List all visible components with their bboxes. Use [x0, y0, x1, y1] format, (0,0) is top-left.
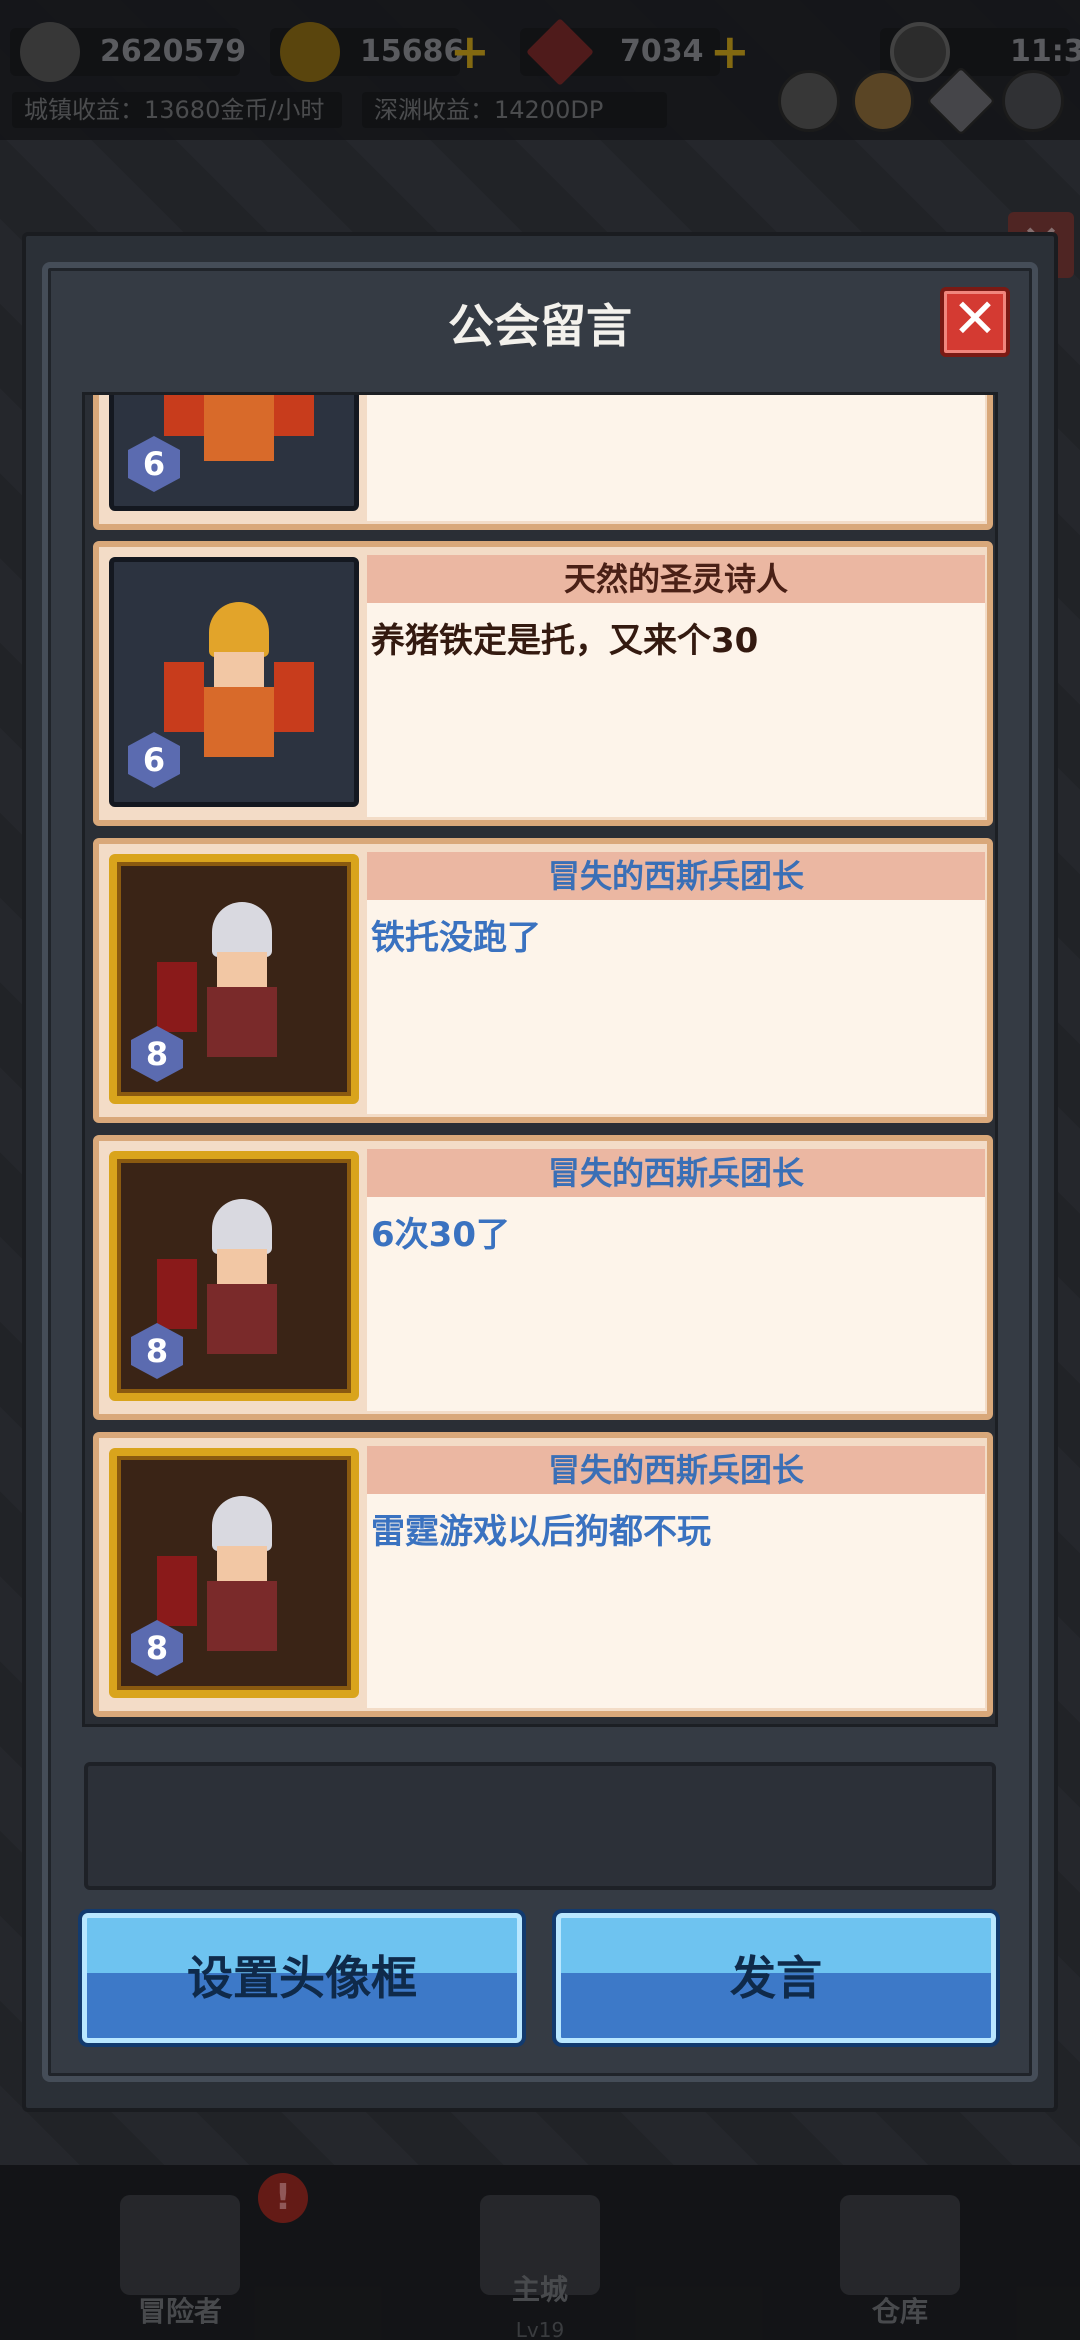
close-button[interactable]: ✕: [940, 287, 1010, 357]
avatar[interactable]: 8: [109, 1448, 359, 1698]
message-content: [367, 395, 985, 521]
dialog-title: 公会留言: [448, 299, 632, 353]
message-input[interactable]: [84, 1762, 996, 1890]
level-badge: 6: [128, 436, 180, 492]
message-text: 养猪铁定是托，又来个30: [371, 621, 759, 661]
message-text: 雷霆游戏以后狗都不玩: [371, 1512, 711, 1552]
close-icon: ✕: [952, 287, 998, 350]
message-text: 铁托没跑了: [371, 918, 541, 958]
avatar[interactable]: 6: [109, 395, 359, 511]
message-content: 冒失的西斯兵团长 6次30了: [367, 1149, 985, 1411]
message-content: 冒失的西斯兵团长 铁托没跑了: [367, 852, 985, 1114]
message-card: 8 冒失的西斯兵团长 铁托没跑了: [93, 838, 993, 1123]
author-name: 天然的圣灵诗人: [367, 555, 985, 603]
message-content: 冒失的西斯兵团长 雷霆游戏以后狗都不玩: [367, 1446, 985, 1708]
level-badge: 6: [128, 732, 180, 788]
message-text: 6次30了: [371, 1215, 510, 1255]
knight-portrait: [157, 1199, 307, 1369]
author-name: 冒失的西斯兵团长: [367, 1446, 985, 1494]
knight-portrait: [157, 1496, 307, 1666]
post-message-button[interactable]: 发言: [556, 1913, 996, 2043]
avatar[interactable]: 6: [109, 557, 359, 807]
message-list[interactable]: 6 6 天然的圣灵诗人 养猪铁定是托，又来个30 8 冒失的西斯兵团长 铁托没跑…: [82, 392, 998, 1727]
level-badge: 8: [131, 1026, 183, 1082]
message-content: 天然的圣灵诗人 养猪铁定是托，又来个30: [367, 555, 985, 817]
level-badge: 8: [131, 1323, 183, 1379]
post-message-label: 发言: [730, 1951, 822, 2005]
message-card: 6: [93, 395, 993, 530]
message-card: 8 冒失的西斯兵团长 雷霆游戏以后狗都不玩: [93, 1432, 993, 1717]
avatar[interactable]: 8: [109, 1151, 359, 1401]
game-screen: 2620579 15686 + 7034 + 11:34 城镇收益：13680金…: [0, 0, 1080, 2340]
avatar[interactable]: 8: [109, 854, 359, 1104]
author-name: 冒失的西斯兵团长: [367, 852, 985, 900]
bard-portrait: [164, 395, 314, 476]
author-name: 冒失的西斯兵团长: [367, 1149, 985, 1197]
message-card: 8 冒失的西斯兵团长 6次30了: [93, 1135, 993, 1420]
set-avatar-frame-label: 设置头像框: [187, 1951, 417, 2005]
level-badge: 8: [131, 1620, 183, 1676]
message-card: 6 天然的圣灵诗人 养猪铁定是托，又来个30: [93, 541, 993, 826]
knight-portrait: [157, 902, 307, 1072]
bard-portrait: [164, 602, 314, 772]
set-avatar-frame-button[interactable]: 设置头像框: [82, 1913, 522, 2043]
